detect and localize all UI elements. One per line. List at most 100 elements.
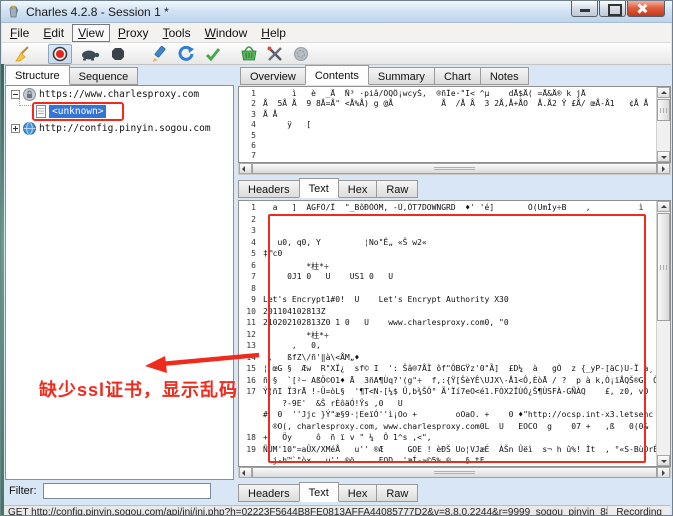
code-row: 3 Å Å [239,110,656,120]
line-text: 210202102813Z0 1 0 U www.charlesproxy.co… [263,318,509,327]
scroll-left-icon[interactable] [239,163,252,174]
scroll-thumb[interactable] [657,99,670,121]
title-bar[interactable]: Charles 4.2.8 - Session 1 * [1,1,672,23]
code-row: 13 , 0, [239,341,656,353]
tree-row-unknown[interactable]: <unknown> [6,94,233,121]
validate-check-icon[interactable] [204,44,222,64]
code-row: 17 Ý(ñI Ï3rĀ !-Ü=òL§ '¶T<N-[¼$ Û,b¾ŠÔ° Ã… [239,387,656,399]
scroll-thumb[interactable] [252,163,657,174]
record-toggle-icon[interactable] [48,43,72,64]
charles-window: Charles 4.2.8 - Session 1 * File Edit View… [0,0,673,516]
code-row: # 0 ''Jjc }Ý"æ§9·¦EeïÓ''ì¡Oo + oOaO. + 0… [239,410,656,422]
scroll-left-icon[interactable] [239,467,252,478]
annotation-text: 缺少ssl证书，显示乱码 [39,380,239,400]
line-number: 4 [251,120,256,130]
request-subtab[interactable]: Hex [337,180,378,198]
breakpoints-stop-icon[interactable] [110,44,126,64]
sidebar-tab[interactable]: Sequence [68,67,139,85]
line-number: 9 [251,295,256,304]
request-horizontal-scrollbar[interactable] [238,163,671,175]
charles-app-icon [9,5,18,17]
line-number: 12 [246,329,256,339]
code-row: ®O(, charlesproxy.com, www.charlesproxy.… [239,422,656,434]
response-vertical-scrollbar[interactable] [656,201,670,466]
request-subtab[interactable]: Headers [238,180,300,198]
line-number: 18 [246,433,256,442]
code-row: 5 [239,131,656,141]
filter-input[interactable] [42,483,211,499]
code-row: 10 201104102813Z [239,307,656,319]
line-text: 201104102813Z [263,306,326,316]
tree-row-charlesproxy[interactable]: https://www.charlesproxy.com [6,86,233,103]
scroll-up-icon[interactable] [657,201,670,212]
main-tab[interactable]: Chart [433,67,481,85]
tools-basket-icon[interactable] [239,44,259,64]
main-tab[interactable]: Overview [240,67,306,85]
plugins-ball-icon[interactable] [293,44,309,64]
line-text: Let's Encrypt1#0! U Let's Encrypt Author… [263,295,509,304]
tree-host-label: https://www.charlesproxy.com [39,89,200,100]
code-row: 15 ¦ œG § Æw R"XÏ¿ sf© I ': Šâ®7ÅÏ ôf"ÔB… [239,364,656,376]
code-row: 16 ñ § `[²~ AßÖ©O1♦ Ā 3ñA¶Ùq?'(g"÷ f,:{Ÿ… [239,376,656,388]
repeat-refresh-icon[interactable] [177,44,195,64]
sidebar-tab[interactable]: Structure [5,65,70,85]
menu-item[interactable]: Proxy [112,24,155,42]
main-tab[interactable]: Contents [304,65,369,85]
response-subtab[interactable]: Raw [376,484,419,502]
maximize-button[interactable] [599,1,626,17]
settings-crossed-tools-icon[interactable] [266,44,284,64]
code-row: 11 210202102813Z0 1 0 U www.charlesproxy… [239,318,656,330]
clear-broom-icon[interactable] [12,44,32,64]
main-tab[interactable]: Notes [479,67,529,85]
main-tab[interactable]: Summary [367,67,435,85]
code-row: 2 [239,215,656,227]
code-row: 4 ÿ [ [239,120,656,130]
request-vertical-scrollbar[interactable] [656,87,670,162]
menu-item[interactable]: File [4,24,35,42]
scroll-thumb[interactable] [252,467,657,478]
menu-item[interactable]: Help [255,24,292,42]
response-subtab[interactable]: Headers [238,484,300,502]
scroll-right-icon[interactable] [657,163,670,174]
scroll-down-icon[interactable] [657,455,670,466]
line-number: 4 [251,237,256,247]
line-text: ¦ œG § Æw R"XÏ¿ sf© I ': Šâ®7ÅÏ ôf"ÔBGŸz… [263,364,654,373]
window-title: Charles 4.2.8 - Session 1 * [26,4,169,19]
code-row: .j-h™`"ò× u'' ®ö FOD 'æÍ-»©5% ® § tF [239,456,656,466]
scroll-down-icon[interactable] [657,151,670,162]
code-row: 4 u0, q0, Y ¦No"Ë„ «Š w2« [239,238,656,250]
expand-plus-icon[interactable] [11,124,20,133]
code-row: 18 + Öy ô ñ ï v " ¼ Ô 1^s ,<", [239,433,656,445]
menu-item[interactable]: View [72,23,110,42]
scroll-up-icon[interactable] [657,87,670,98]
menu-bar: File Edit View Proxy Tools Window Help [2,23,671,43]
line-text: , ßfZ\/ñ'‖à\<ÅM„♦ [263,352,360,362]
tree-row-sogou[interactable]: http://config.pinyin.sogou.com [6,120,233,137]
request-subtab[interactable]: Text [298,178,339,198]
compose-pencil-icon[interactable] [150,44,168,64]
throttle-turtle-icon[interactable] [79,44,101,64]
line-number: 1 [251,89,256,98]
code-row: 1 a ] ÀGFÒ/Ï "_BôÐÒÒM, -Ù,ÔT7DOWNGRD ♦' … [239,203,656,215]
code-row: 5 ‡™c0 [239,249,656,261]
response-horizontal-scrollbar[interactable] [238,467,671,478]
menu-item[interactable]: Edit [37,24,70,42]
line-text: ÑÙM'10"=aÛX/XMéÅ u'' ®Æ GOE ! èÐŠ Uo¦VJæ… [263,444,656,454]
scroll-thumb[interactable] [657,213,670,321]
scroll-right-icon[interactable] [657,467,670,478]
line-number: 19 [246,444,256,454]
menu-item[interactable]: Tools [157,24,197,42]
line-text: *柱*÷ [263,330,329,340]
response-subtab[interactable]: Text [298,482,339,502]
request-subtabstrip: Headers Text Hex Raw [238,178,419,198]
code-row: 12 *柱*÷ [239,330,656,342]
line-number: 1 [251,203,256,212]
contents-panel: Overview Contents Summary Chart Notes 1 ì è … [238,65,671,502]
request-subtab[interactable]: Raw [376,180,419,198]
line-number: 2 [251,99,256,109]
response-subtab[interactable]: Hex [337,484,378,502]
minimize-button[interactable] [571,1,598,17]
close-button[interactable] [627,1,665,17]
line-text: , 0, [263,341,321,350]
menu-item[interactable]: Window [199,24,254,42]
